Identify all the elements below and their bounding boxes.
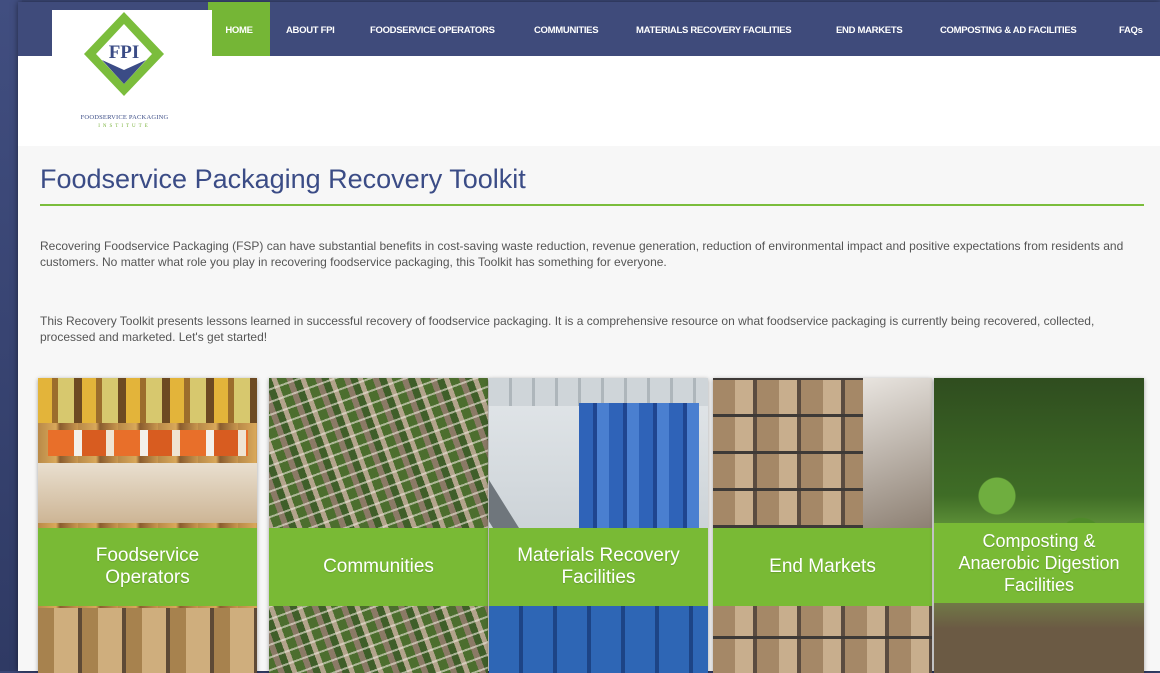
page: HOME ABOUT FPI FOODSERVICE OPERATORS COM…	[18, 2, 1160, 673]
nav-communities[interactable]: COMMUNITIES	[534, 2, 599, 56]
card-label: Materials Recovery Facilities	[517, 545, 680, 588]
photo-aisle	[863, 378, 932, 528]
intro-paragraph: Recovering Foodservice Packaging (FSP) c…	[40, 239, 1124, 269]
recycling-facility-photo	[489, 378, 708, 673]
title-divider	[40, 204, 1144, 206]
photo-bins	[489, 606, 708, 673]
toolkit-paragraph: This Recovery Toolkit presents lessons l…	[40, 314, 1095, 344]
fpi-logo[interactable]: FPI FOODSERVICE PACKAGING INSTITUTE	[52, 10, 212, 135]
card-communities[interactable]: Communities	[269, 378, 488, 673]
card-foodservice-operators[interactable]: Foodservice Operators	[38, 378, 257, 673]
photo-chairs	[48, 430, 248, 456]
fpi-logo-mark: FPI	[84, 12, 164, 96]
photo-roof	[489, 378, 708, 406]
nav-composting-ad-facilities[interactable]: COMPOSTING & AD FACILITIES	[940, 2, 1077, 56]
photo-machinery	[579, 403, 699, 528]
card-band: Communities	[269, 528, 488, 606]
photo-tables	[38, 463, 257, 523]
neighborhood-photo	[269, 378, 488, 673]
card-band: Foodservice Operators	[38, 528, 257, 606]
nav-about-fpi[interactable]: ABOUT FPI	[286, 2, 335, 56]
card-materials-recovery-facilities[interactable]: Materials Recovery Facilities	[489, 378, 708, 673]
card-band: Materials Recovery Facilities	[489, 528, 708, 606]
logo-acronym: FPI	[109, 42, 140, 63]
photo-floor	[38, 608, 257, 673]
card-label: Composting & Anaerobic Digestion Facilit…	[958, 531, 1120, 595]
card-composting-ad-facilities[interactable]: Composting & Anaerobic Digestion Facilit…	[934, 378, 1144, 673]
nav-materials-recovery-facilities[interactable]: MATERIALS RECOVERY FACILITIES	[636, 2, 792, 56]
photo-shelves	[38, 378, 257, 423]
card-label: End Markets	[769, 556, 876, 577]
card-label: Communities	[323, 556, 434, 577]
nav-faqs[interactable]: FAQs	[1119, 2, 1143, 56]
logo-tagline: INSTITUTE	[98, 124, 151, 129]
card-band: Composting & Anaerobic Digestion Facilit…	[934, 523, 1144, 603]
nav-home[interactable]: HOME	[208, 2, 270, 56]
nav-foodservice-operators[interactable]: FOODSERVICE OPERATORS	[370, 2, 495, 56]
card-end-markets[interactable]: End Markets	[713, 378, 932, 673]
card-label: Foodservice Operators	[95, 545, 200, 588]
logo-name: FOODSERVICE PACKAGING	[80, 114, 169, 121]
restaurant-photo	[38, 378, 257, 673]
nav-end-markets[interactable]: END MARKETS	[836, 2, 903, 56]
warehouse-photo	[713, 378, 932, 673]
card-band: End Markets	[713, 528, 932, 606]
page-title: Foodservice Packaging Recovery Toolkit	[40, 164, 526, 194]
